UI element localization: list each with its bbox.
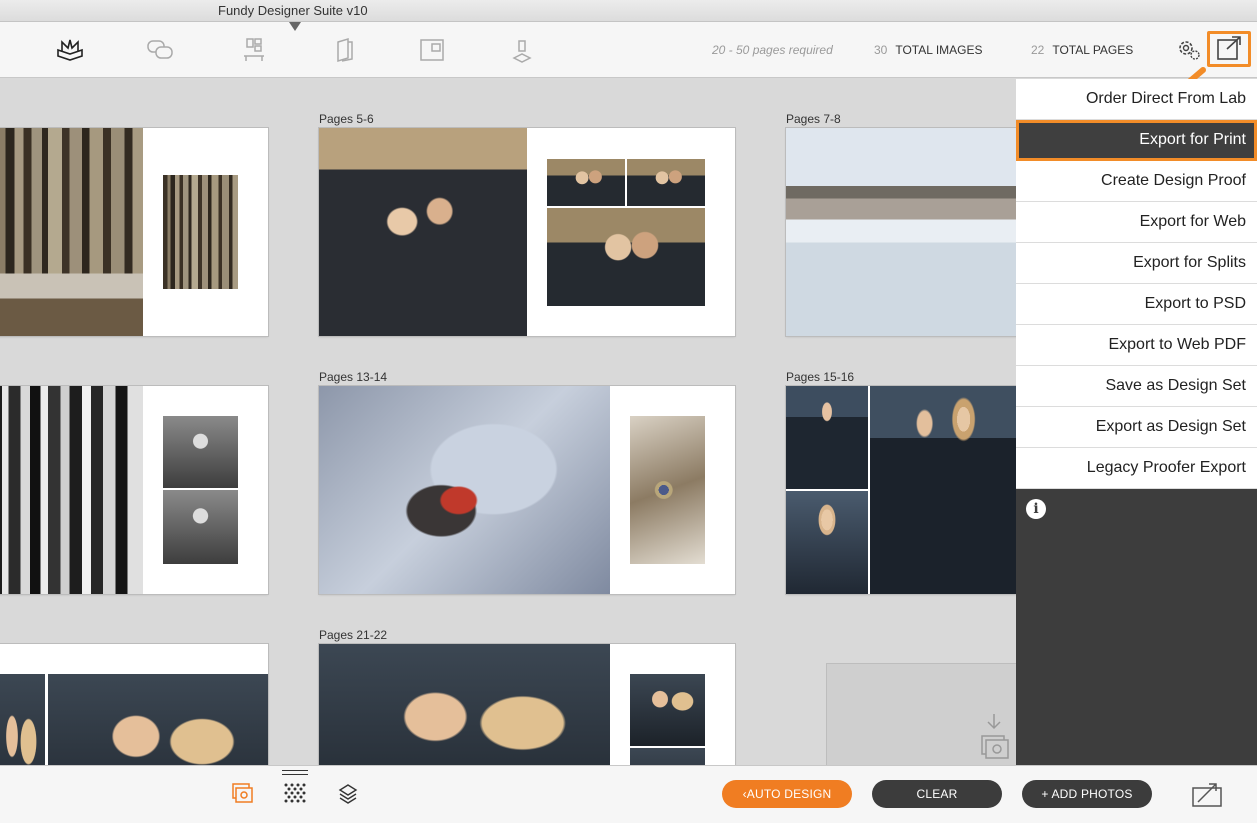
spread-photo[interactable] [630,416,705,564]
spread-photo[interactable] [319,128,527,336]
menu-item-export-to-psd[interactable]: Export to PSD [1016,284,1257,325]
grid-view-icon[interactable] [283,782,307,806]
total-pages-label: TOTAL PAGES [1052,43,1134,57]
spread-photo[interactable] [0,674,45,765]
info-icon[interactable]: i [1026,499,1046,519]
spread-photo[interactable] [547,159,625,206]
menu-item-save-as-design-set[interactable]: Save as Design Set [1016,366,1257,407]
spread-pages-5-6[interactable] [319,128,735,336]
total-images-stat: 30 TOTAL IMAGES [874,43,983,57]
spread-pages-19-20[interactable] [0,644,268,765]
wall-art-icon[interactable] [240,36,268,64]
spread-photo[interactable] [163,416,238,488]
menu-item-export-for-splits[interactable]: Export for Splits [1016,243,1257,284]
spread-photo[interactable] [870,386,1016,594]
menu-item-create-design-proof[interactable]: Create Design Proof [1016,161,1257,202]
photos-view-icon[interactable] [231,782,255,806]
chat-bubbles-icon[interactable] [146,36,174,64]
total-images-count: 30 [874,43,888,57]
main-toolbar: 20 - 50 pages required 30 TOTAL IMAGES 22… [0,22,1257,78]
export-button[interactable] [1207,31,1251,67]
title-bar: Fundy Designer Suite v10 [0,0,1257,22]
active-module-indicator [289,22,301,31]
spread-pages-15-16[interactable] [786,386,1016,594]
spread-photo[interactable] [319,644,610,765]
cards-icon[interactable] [330,36,358,64]
menu-item-export-as-design-set[interactable]: Export as Design Set [1016,407,1257,448]
menu-item-export-for-web[interactable]: Export for Web [1016,202,1257,243]
auto-design-button[interactable]: ‹AUTO DESIGN [722,780,852,808]
layout-icon[interactable] [418,36,446,64]
spread-pages-21-22[interactable] [319,644,735,765]
total-pages-stat: 22 TOTAL PAGES [1031,43,1133,57]
clear-button[interactable]: CLEAR [872,780,1002,808]
bottom-bar: ‹AUTO DESIGN CLEAR + ADD PHOTOS [0,765,1257,823]
spread-photo[interactable] [786,128,1016,336]
spread-photo[interactable] [786,386,868,489]
spread-photo[interactable] [0,386,143,594]
spread-photo[interactable] [163,175,238,289]
spread-photo[interactable] [630,748,705,765]
album-designer-icon[interactable] [56,36,84,64]
spread-label: Pages 15-16 [786,370,855,384]
menu-item-legacy-proofer-export[interactable]: Legacy Proofer Export [1016,448,1257,489]
spread-pages-3-4[interactable] [0,128,268,336]
share-export-icon[interactable] [1190,780,1226,810]
total-images-label: TOTAL IMAGES [895,43,983,57]
auto-design-label: AUTO DESIGN [746,787,832,801]
menu-item-export-for-print[interactable]: Export for Print [1016,120,1257,161]
add-photos-button[interactable]: + ADD PHOTOS [1022,780,1152,808]
spread-label: Pages 21-22 [319,628,388,642]
pages-required-text: 20 - 50 pages required [712,43,833,57]
spread-pages-11-12[interactable] [0,386,268,594]
spread-photo-overlay [0,128,143,336]
spread-canvas[interactable]: Pages 5-6 Pages 7-8 Pages 13-14 Pages 15… [0,79,1016,765]
spread-photo[interactable] [547,208,705,306]
menu-item-order-direct-from-lab[interactable]: Order Direct From Lab [1016,79,1257,120]
spread-label: Pages 7-8 [786,112,841,126]
export-icon [1217,36,1241,60]
spread-photo[interactable] [627,159,705,206]
spread-photo[interactable] [630,674,705,746]
spread-label: Pages 13-14 [319,370,388,384]
blog-collage-icon[interactable] [508,36,536,64]
spread-pages-13-14[interactable] [319,386,735,594]
export-dropdown-menu: Order Direct From Lab Export for Print C… [1016,79,1257,765]
add-spread-dropzone[interactable] [826,663,1016,765]
window-title: Fundy Designer Suite v10 [218,3,368,18]
spread-photo[interactable] [786,491,868,594]
spread-photo[interactable] [48,674,268,765]
spread-label: Pages 5-6 [319,112,374,126]
total-pages-count: 22 [1031,43,1045,57]
spread-photo[interactable] [319,386,610,594]
menu-item-export-to-web-pdf[interactable]: Export to Web PDF [1016,325,1257,366]
add-photos-drop-icon [981,714,1009,759]
spread-photo[interactable] [163,490,238,564]
spread-pages-7-8[interactable] [786,128,1016,336]
panel-handle[interactable] [282,770,308,775]
layers-icon[interactable] [336,782,360,806]
settings-gear-icon[interactable] [1176,37,1202,63]
